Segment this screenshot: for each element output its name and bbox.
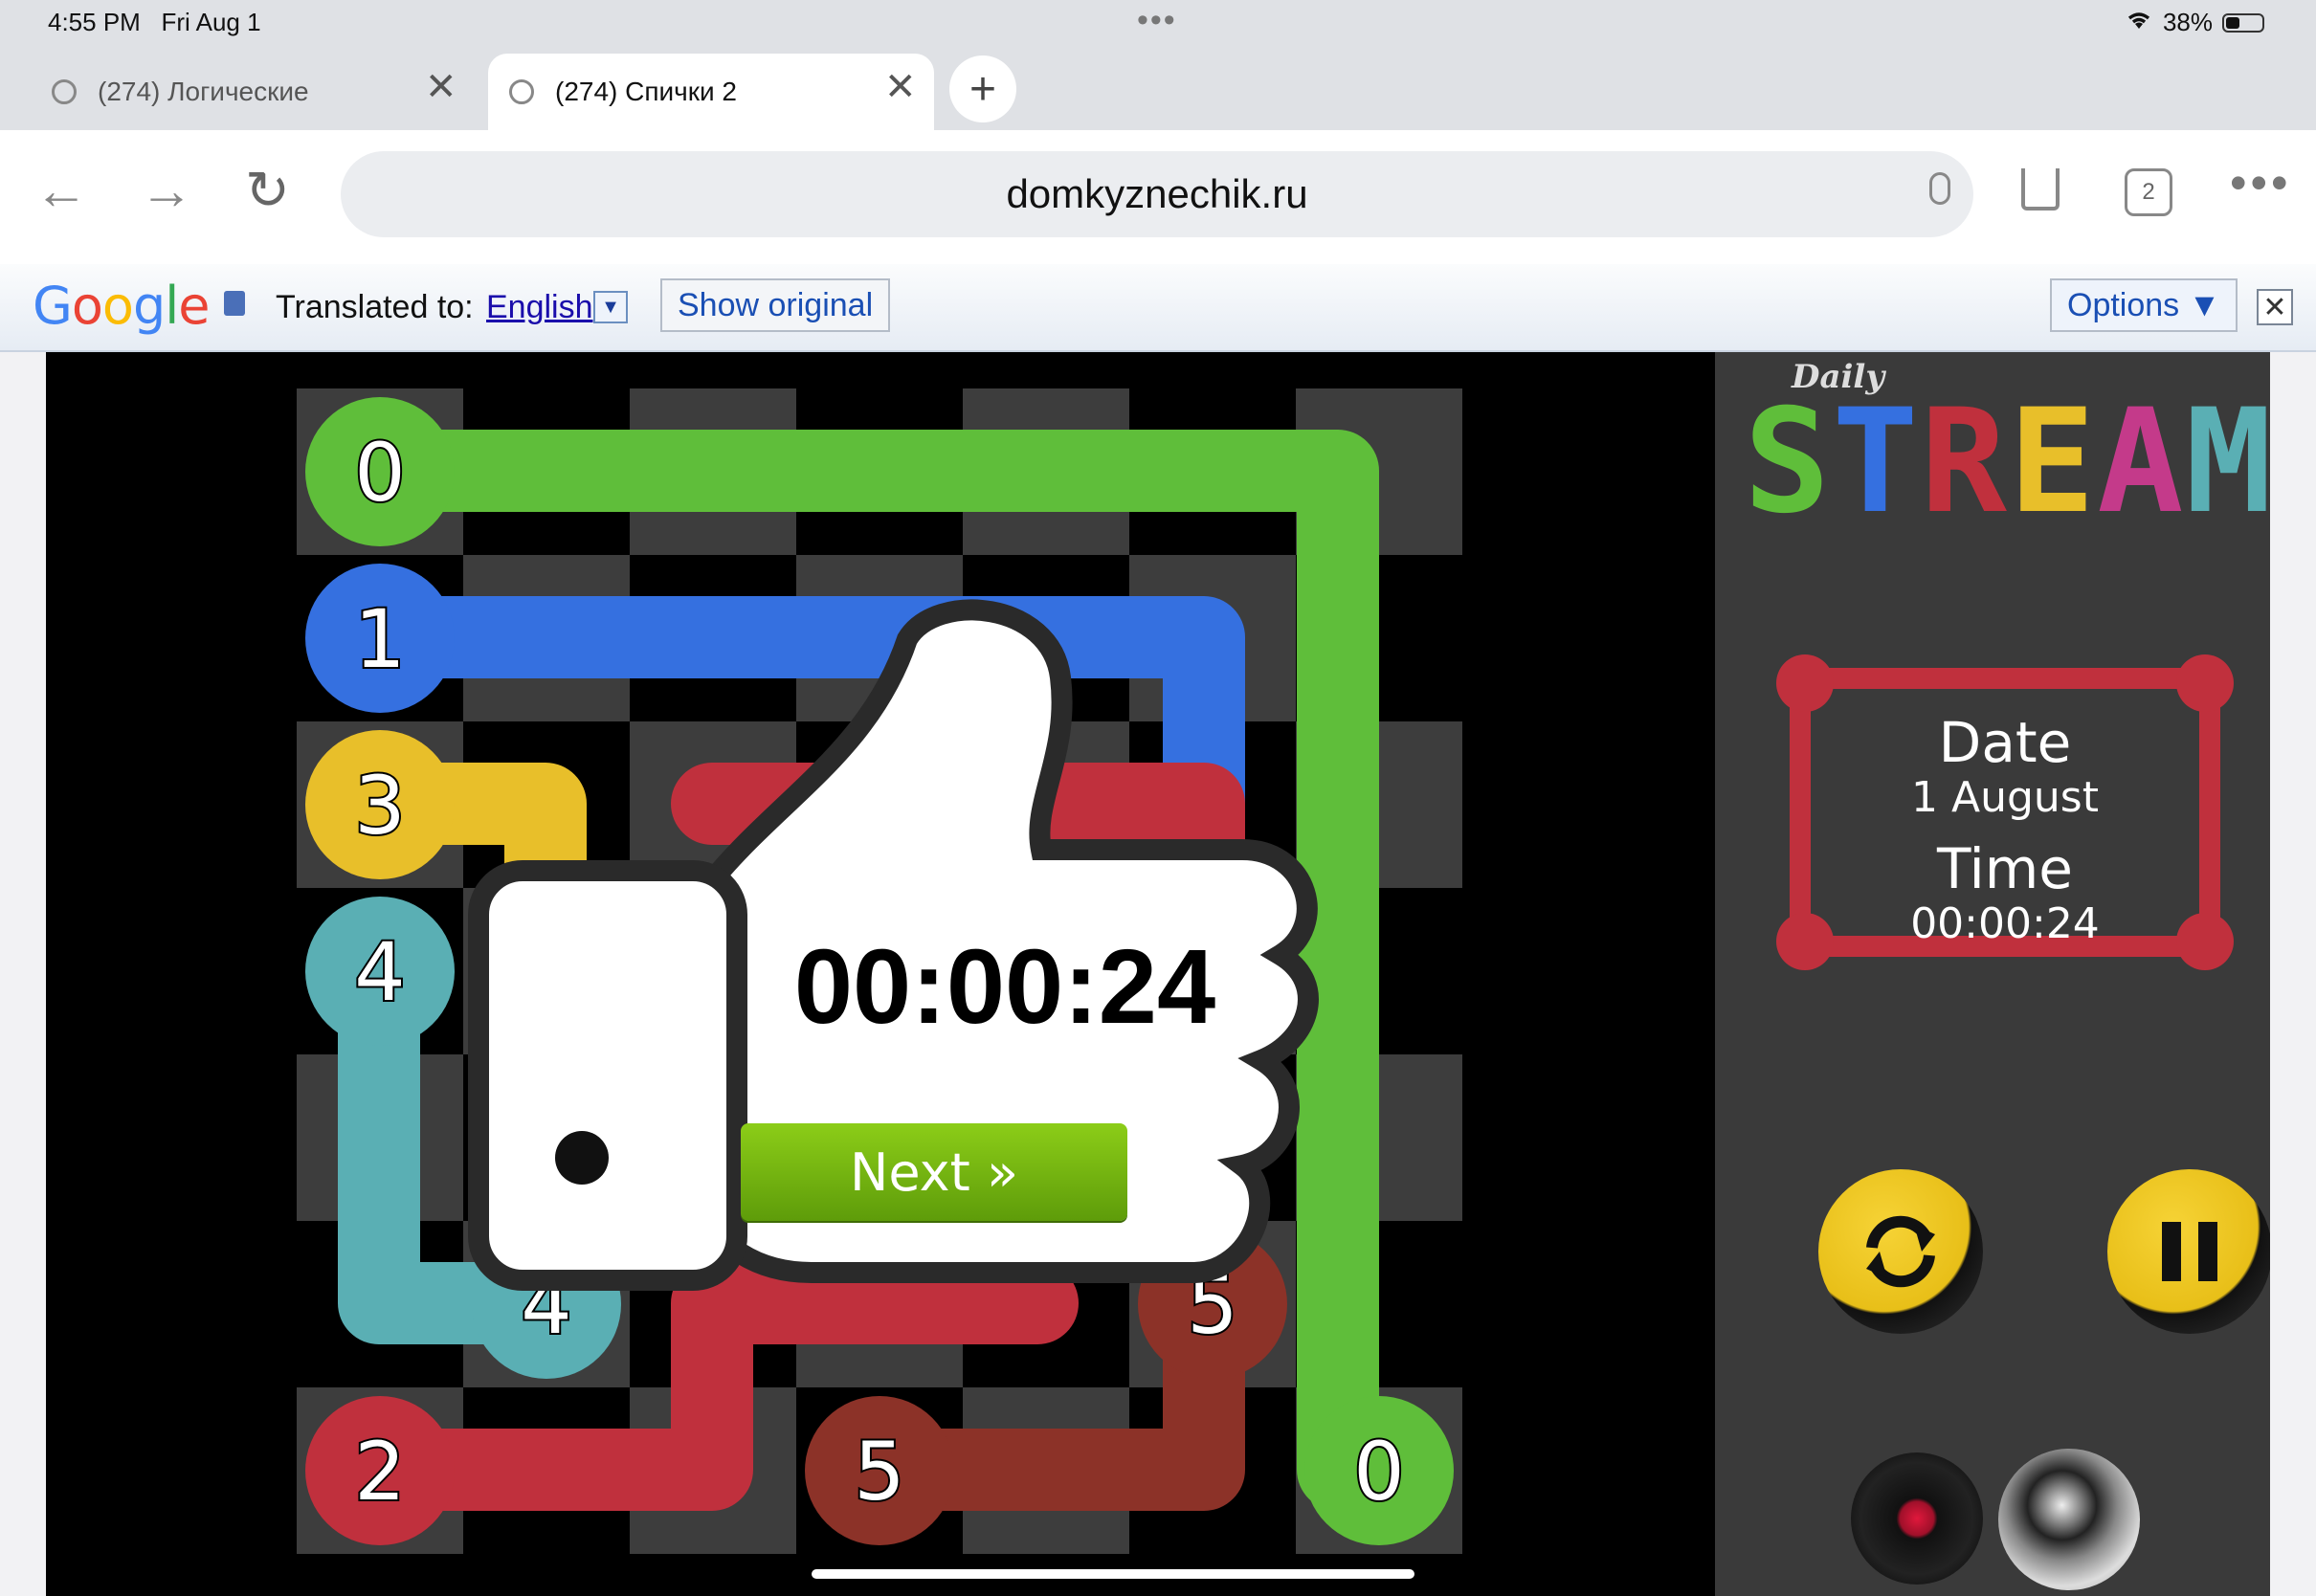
globe-icon (509, 79, 534, 104)
endpoint-4[interactable]: 4 (305, 897, 455, 1046)
close-icon[interactable]: ✕ (425, 65, 457, 109)
tab-logicheskie[interactable]: (274) Логические ✕ (0, 54, 479, 130)
forward-icon[interactable]: → (140, 159, 193, 221)
endpoint-0[interactable]: 0 (305, 397, 455, 546)
restart-button[interactable] (1818, 1169, 1983, 1334)
endpoint-0[interactable]: 0 (1304, 1396, 1454, 1545)
google-logo: Google (33, 276, 210, 336)
endpoint-label: 1 (354, 592, 405, 686)
tab-bar: (274) Логические ✕ (274) Спички 2 ✕ (0, 46, 2316, 130)
speaker-icon[interactable] (1998, 1449, 2140, 1590)
new-tab-button[interactable]: + (949, 55, 1016, 122)
microphone-icon[interactable] (1929, 172, 1950, 205)
close-icon[interactable]: ✕ (2257, 289, 2293, 325)
options-button[interactable]: Options ▼ (2050, 278, 2238, 332)
cuff-button-icon (555, 1131, 609, 1185)
url-field[interactable]: domkyznechik.ru (341, 151, 1973, 237)
plus-icon: + (969, 63, 997, 115)
more-menu-icon[interactable]: ••• (2230, 155, 2292, 211)
tab-spichki[interactable]: (274) Спички 2 ✕ (488, 54, 934, 130)
endpoint-5[interactable]: 5 (805, 1396, 954, 1545)
endpoint-label: 0 (354, 426, 405, 520)
stream-letter: M (2185, 379, 2270, 545)
endpoint-label: 3 (354, 759, 405, 853)
music-disc-icon[interactable] (1851, 1452, 1983, 1585)
stream-letter: R (1920, 379, 2009, 545)
url-text: domkyznechik.ru (1006, 171, 1308, 216)
stream-letter: S (1744, 379, 1833, 545)
endpoint-2[interactable]: 2 (305, 1396, 455, 1545)
endpoint-3[interactable]: 3 (305, 730, 455, 879)
time-value: 00:00:24 (1910, 899, 2100, 948)
translate-bar: Google Translated to: English ▼ Show ori… (0, 264, 2316, 352)
tab-label: (274) Логические (98, 77, 309, 106)
globe-icon (52, 79, 77, 104)
endpoint-label: 5 (854, 1425, 904, 1518)
stream-logo: STREAM (1744, 390, 2270, 534)
language-dropdown-icon[interactable]: ▼ (593, 291, 628, 323)
pause-button[interactable] (2107, 1169, 2270, 1334)
close-icon[interactable]: ✕ (884, 65, 917, 109)
reload-icon[interactable]: ↻ (245, 159, 290, 222)
status-time: 4:55 PM Fri Aug 1 (48, 8, 261, 36)
lock-icon (224, 291, 245, 316)
translated-to-label: Translated to: (276, 289, 474, 325)
game-sidebar: Daily STREAM Date 1 August Time 00:00:24 (1715, 352, 2270, 1596)
endpoint-label: 4 (354, 925, 405, 1019)
home-indicator (812, 1569, 1414, 1579)
stream-letter: T (1832, 379, 1921, 545)
endpoint-label: 0 (1353, 1425, 1404, 1518)
stream-letter: E (2008, 379, 2098, 545)
back-icon[interactable]: ← (34, 159, 88, 221)
pause-icon (2162, 1222, 2217, 1281)
info-box: Date 1 August Time 00:00:24 (1776, 654, 2234, 970)
wifi-icon (2125, 8, 2153, 37)
battery-percent: 38% (2162, 8, 2213, 36)
next-button[interactable]: Next » (741, 1123, 1127, 1221)
show-original-button[interactable]: Show original (660, 278, 891, 332)
time-label: Time (1937, 836, 2073, 901)
game-area: 001344552 00:00:24 Next » Daily STREAM D… (46, 352, 2270, 1596)
date-label: Date (1938, 710, 2072, 775)
endpoint-label: 2 (354, 1425, 405, 1518)
tab-count-button[interactable]: 2 (2125, 168, 2172, 216)
date-value: 1 August (1911, 773, 2099, 822)
language-link[interactable]: English (486, 289, 593, 326)
status-right: 38% (2125, 8, 2264, 37)
endpoint-1[interactable]: 1 (305, 564, 455, 713)
share-icon[interactable] (2021, 168, 2060, 211)
result-time: 00:00:24 (793, 928, 1216, 1046)
battery-icon (2222, 12, 2264, 33)
address-bar: ← → ↻ domkyznechik.ru 2 ••• (0, 130, 2316, 264)
tab-label: (274) Спички 2 (555, 77, 737, 106)
stream-letter: A (2097, 379, 2186, 545)
status-bar: 4:55 PM Fri Aug 1 ••• 38% (0, 0, 2316, 46)
refresh-icon (1866, 1215, 1935, 1288)
multitask-dots[interactable]: ••• (1137, 2, 1177, 39)
